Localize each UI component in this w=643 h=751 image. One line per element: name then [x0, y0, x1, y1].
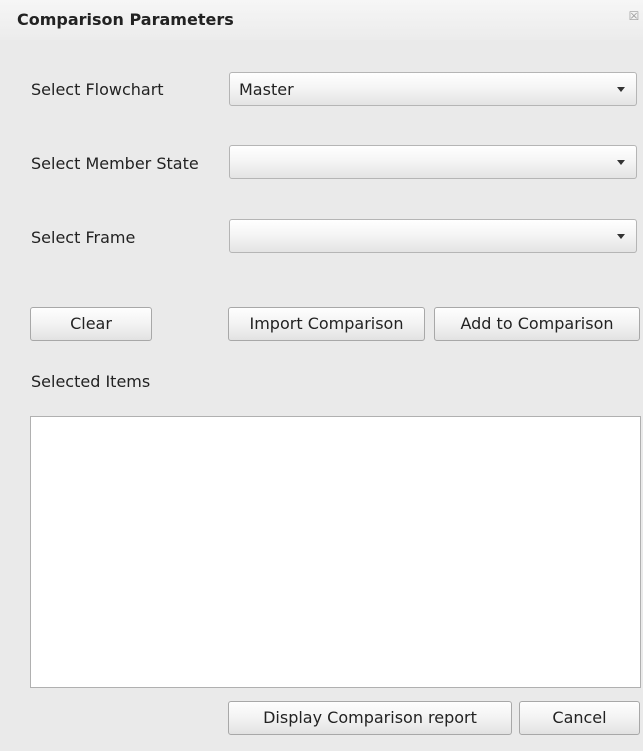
member-state-select[interactable] — [229, 145, 637, 179]
selected-items-list[interactable] — [30, 416, 641, 688]
display-comparison-report-button[interactable]: Display Comparison report — [228, 701, 512, 735]
chevron-down-icon — [617, 87, 625, 92]
selected-items-label: Selected Items — [31, 372, 151, 391]
close-icon[interactable]: ☒ — [627, 8, 641, 24]
flowchart-select-value: Master — [239, 80, 294, 99]
add-to-comparison-button[interactable]: Add to Comparison — [434, 307, 640, 341]
dialog-title: Comparison Parameters — [17, 10, 234, 29]
flowchart-select[interactable]: Master — [229, 72, 637, 106]
select-frame-label: Select Frame — [31, 228, 136, 247]
import-comparison-button[interactable]: Import Comparison — [228, 307, 425, 341]
chevron-down-icon — [617, 234, 625, 239]
clear-button[interactable]: Clear — [30, 307, 152, 341]
title-bar: Comparison Parameters ☒ — [0, 0, 643, 40]
comparison-parameters-dialog: Comparison Parameters ☒ Select Flowchart… — [0, 0, 643, 751]
chevron-down-icon — [617, 160, 625, 165]
cancel-button[interactable]: Cancel — [519, 701, 640, 735]
select-member-state-label: Select Member State — [31, 154, 199, 173]
frame-select[interactable] — [229, 219, 637, 253]
select-flowchart-label: Select Flowchart — [31, 80, 164, 99]
